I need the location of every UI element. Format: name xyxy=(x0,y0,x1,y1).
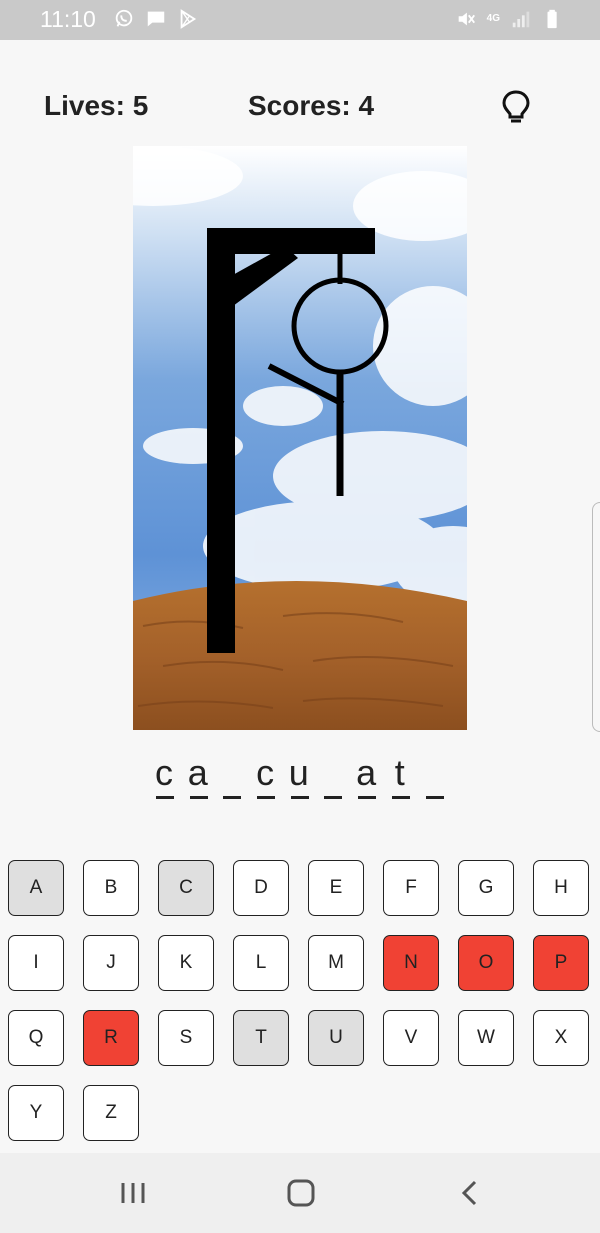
letter-slot-underline xyxy=(425,796,444,799)
key-x[interactable]: X xyxy=(533,1010,589,1066)
key-n[interactable]: N xyxy=(383,935,439,991)
letter-slot-char: c xyxy=(155,752,173,793)
key-z[interactable]: Z xyxy=(83,1085,139,1141)
letter-slot xyxy=(322,752,356,800)
letter-slot: t xyxy=(390,752,424,800)
key-i[interactable]: I xyxy=(8,935,64,991)
hint-button[interactable] xyxy=(498,86,534,126)
key-r[interactable]: R xyxy=(83,1010,139,1066)
letter-slot-underline xyxy=(156,796,174,799)
key-t[interactable]: T xyxy=(233,1010,289,1066)
lightbulb-icon xyxy=(502,90,530,123)
letter-slot xyxy=(424,752,458,800)
letter-slot-char: a xyxy=(356,752,377,793)
key-f[interactable]: F xyxy=(383,860,439,916)
letter-slot-underline xyxy=(324,796,343,799)
letter-slot-underline xyxy=(290,796,309,799)
letter-slot: a xyxy=(356,752,390,800)
key-e[interactable]: E xyxy=(308,860,364,916)
letter-slot: c xyxy=(255,752,289,800)
4g-data-icon: 4G xyxy=(486,13,500,24)
recent-apps-button[interactable] xyxy=(113,1173,153,1213)
hangman-illustration xyxy=(133,146,467,730)
key-j[interactable]: J xyxy=(83,935,139,991)
ground xyxy=(133,581,467,730)
key-d[interactable]: D xyxy=(233,860,289,916)
mute-icon xyxy=(458,12,475,26)
lives-counter: Lives: 5 xyxy=(44,90,149,121)
edge-panel-handle[interactable] xyxy=(592,502,600,732)
letter-slot-char: u xyxy=(288,752,309,793)
key-k[interactable]: K xyxy=(158,935,214,991)
play-store-icon xyxy=(180,9,197,29)
back-icon xyxy=(461,1180,477,1206)
hangman-scene xyxy=(133,146,467,730)
letter-slot-underline xyxy=(257,796,276,799)
status-time: 11:10 xyxy=(40,6,96,32)
key-w[interactable]: W xyxy=(458,1010,514,1066)
key-s[interactable]: S xyxy=(158,1010,214,1066)
whatsapp-icon xyxy=(115,9,133,27)
home-button[interactable] xyxy=(281,1173,321,1213)
key-m[interactable]: M xyxy=(308,935,364,991)
letter-slot-char: a xyxy=(187,752,208,793)
signal-icon xyxy=(512,11,530,28)
key-o[interactable]: O xyxy=(458,935,514,991)
notification-icons xyxy=(113,8,199,30)
key-b[interactable]: B xyxy=(83,860,139,916)
letter-slot-char: t xyxy=(394,752,405,793)
key-g[interactable]: G xyxy=(458,860,514,916)
key-h[interactable]: H xyxy=(533,860,589,916)
key-q[interactable]: Q xyxy=(8,1010,64,1066)
key-y[interactable]: Y xyxy=(8,1085,64,1141)
scores-counter: Scores: 4 xyxy=(248,90,375,121)
key-l[interactable]: L xyxy=(233,935,289,991)
battery-icon xyxy=(547,9,557,29)
letter-slot xyxy=(221,752,255,800)
letter-slot: u xyxy=(289,752,323,800)
letter-slot-underline xyxy=(189,796,208,799)
letter-slot-underline xyxy=(358,796,377,799)
key-p[interactable]: P xyxy=(533,935,589,991)
recent-apps-icon xyxy=(121,1183,145,1203)
navigation-bar xyxy=(0,1153,600,1233)
system-icons: 4G xyxy=(455,8,564,30)
home-icon xyxy=(287,1179,315,1207)
word-display: cacuat xyxy=(154,752,457,802)
message-icon xyxy=(147,11,165,27)
letter-slot-underline xyxy=(223,796,242,799)
letter-slot-underline xyxy=(391,796,410,799)
key-u[interactable]: U xyxy=(308,1010,364,1066)
letter-slot: a xyxy=(188,752,222,800)
back-button[interactable] xyxy=(450,1173,490,1213)
letter-slot: c xyxy=(154,752,188,800)
key-c[interactable]: C xyxy=(158,860,214,916)
letter-slot-char: c xyxy=(256,752,275,793)
key-v[interactable]: V xyxy=(383,1010,439,1066)
status-bar: 11:10 4G xyxy=(0,0,600,40)
key-a[interactable]: A xyxy=(8,860,64,916)
